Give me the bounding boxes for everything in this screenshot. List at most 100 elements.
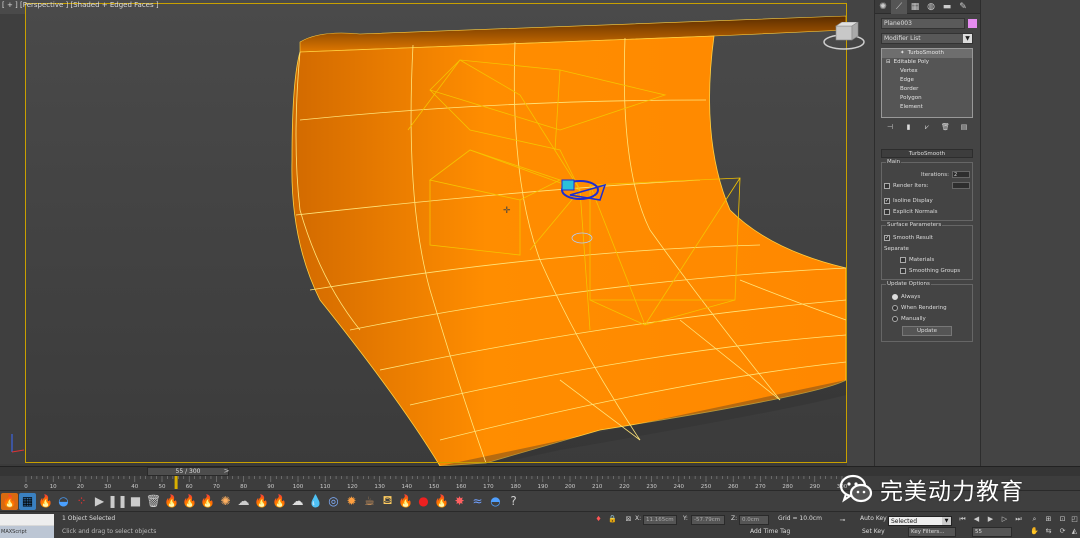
play-icon[interactable]: ▶ — [91, 493, 108, 510]
viewcube-icon[interactable] — [822, 22, 866, 52]
liquid-preset-icon[interactable]: 💧 — [307, 493, 324, 510]
expand-box-icon[interactable]: ⊟ — [886, 59, 891, 65]
key-mode-dropdown[interactable]: Selected ▼ — [888, 516, 952, 526]
object-name-field[interactable]: Plane003 — [881, 18, 965, 29]
turbosmooth-rollout-title[interactable]: TurboSmooth — [881, 149, 973, 158]
delete-cache-icon[interactable]: 🗑 — [145, 493, 162, 510]
maximize-viewport-icon[interactable]: ◰ — [1070, 515, 1079, 524]
walk-through-icon[interactable]: ⇆ — [1044, 527, 1053, 536]
perspective-viewport[interactable]: ✛ [ + ] [Perspective ] [Shaded + Edged F… — [0, 0, 874, 466]
pour-preset-icon[interactable]: ⛾ — [379, 493, 396, 510]
orbit-icon[interactable]: ⟳ — [1058, 527, 1067, 536]
modify-icon[interactable]: ⟋ — [891, 0, 907, 14]
grid-tool-icon[interactable]: ▦ — [19, 492, 36, 510]
red-sphere-icon[interactable]: ● — [415, 493, 432, 510]
stack-item[interactable]: Polygon — [882, 94, 972, 103]
time-slider-handle[interactable]: 55 / 300 — [147, 467, 229, 476]
object-color-swatch[interactable] — [968, 19, 977, 28]
flame-icon[interactable]: 🔥 — [37, 493, 54, 510]
hierarchy-icon[interactable]: ▦ — [907, 0, 923, 14]
auto-key-button[interactable]: Auto Key — [860, 514, 887, 524]
scene-render[interactable]: ✛ — [0, 0, 874, 466]
stack-item[interactable]: Edge — [882, 76, 972, 85]
add-time-tag-button[interactable]: Add Time Tag — [750, 527, 790, 537]
water-icon[interactable]: ≈ — [469, 493, 486, 510]
next-key-icon[interactable]: ▷ — [1000, 515, 1009, 524]
stack-item[interactable]: ✦ TurboSmooth — [882, 49, 972, 58]
modifier-list-dropdown[interactable]: Modifier List ▼ — [881, 33, 973, 44]
smoke-icon[interactable]: ☁ — [235, 493, 252, 510]
show-end-result-icon[interactable]: ▮ — [904, 122, 914, 132]
cup-preset-icon[interactable]: ☕ — [361, 493, 378, 510]
burning-object-icon[interactable]: 🔥 — [433, 493, 450, 510]
zoom-extents-icon[interactable]: ⊡ — [1058, 515, 1067, 524]
current-frame-field[interactable]: 55 — [972, 527, 1012, 537]
fire-effect-icon[interactable]: 🔥 — [1, 492, 18, 510]
prev-key-icon[interactable]: ◀ — [972, 515, 981, 524]
zoom-icon[interactable]: ⌕ — [1030, 515, 1039, 524]
burst-preset-icon[interactable]: ✹ — [343, 493, 360, 510]
explosion-icon[interactable]: ✺ — [217, 493, 234, 510]
stop-icon[interactable]: ■ — [127, 493, 144, 510]
zoom-all-icon[interactable]: ⊞ — [1044, 515, 1053, 524]
utilities-icon[interactable]: ✎ — [955, 0, 971, 14]
fire-preset-2-icon[interactable]: 🔥 — [181, 493, 198, 510]
pin-stack-icon[interactable]: ⊣ — [885, 122, 895, 132]
remove-modifier-icon[interactable]: 🗑 — [941, 122, 951, 132]
smooth-result-checkbox[interactable]: ✓ — [884, 234, 890, 241]
explicit-normals-checkbox[interactable] — [884, 208, 890, 215]
y-coordinate-field[interactable]: -57.79cm — [691, 515, 725, 525]
set-key-button[interactable]: Set Key — [862, 527, 885, 537]
key-filters-button[interactable]: Key Filters... — [908, 527, 956, 537]
fire-preset-5-icon[interactable]: 🔥 — [271, 493, 288, 510]
fire-preset-4-icon[interactable]: 🔥 — [253, 493, 270, 510]
z-coordinate-field[interactable]: 0.0cm — [739, 515, 769, 525]
play-animation-icon[interactable]: ▶ — [986, 515, 995, 524]
absolute-mode-icon[interactable]: ⊠ — [624, 515, 633, 524]
stack-item[interactable]: Border — [882, 85, 972, 94]
render-iters-checkbox[interactable] — [884, 182, 890, 189]
z-label: Z: — [731, 515, 738, 522]
pan-icon[interactable]: ✋ — [1030, 527, 1039, 536]
help-icon[interactable]: ? — [505, 493, 522, 510]
splash-icon[interactable]: ✸ — [451, 493, 468, 510]
current-frame-marker[interactable] — [174, 476, 178, 489]
isoline-display-checkbox[interactable]: ✓ — [884, 197, 890, 204]
stack-item[interactable]: Element — [882, 103, 972, 112]
always-radio[interactable] — [892, 293, 898, 300]
foam-preset-icon[interactable]: ◎ — [325, 493, 342, 510]
particles-icon[interactable]: ⁘ — [73, 493, 90, 510]
stack-item[interactable]: ⊟ Editable Poly — [882, 58, 972, 67]
materials-checkbox[interactable] — [900, 256, 906, 263]
light-bulb-icon[interactable]: ✦ — [900, 50, 905, 56]
create-icon[interactable]: ✺ — [875, 0, 891, 14]
smoothing-groups-checkbox[interactable] — [900, 267, 906, 274]
next-frame-icon[interactable]: > — [222, 467, 231, 476]
manually-radio[interactable] — [892, 315, 898, 322]
motion-icon[interactable]: ◍ — [923, 0, 939, 14]
go-to-end-icon[interactable]: ⏭ — [1014, 515, 1023, 524]
x-coordinate-field[interactable]: 11.165cm — [643, 515, 677, 525]
update-button[interactable]: Update — [902, 326, 952, 336]
display-icon[interactable]: ▬ — [939, 0, 955, 14]
stack-item[interactable]: Vertex — [882, 67, 972, 76]
ocean-icon[interactable]: ◓ — [487, 493, 504, 510]
flame-jet-icon[interactable]: 🔥 — [397, 493, 414, 510]
modifier-stack[interactable]: ✦ TurboSmooth ⊟ Editable Poly Vertex Edge Bord… — [881, 48, 973, 118]
isolate-icon[interactable]: ♦ — [594, 515, 603, 524]
lock-selection-icon[interactable]: 🔒 — [608, 515, 617, 524]
field-of-view-icon[interactable]: ◭ — [1070, 527, 1079, 536]
cloud-preset-icon[interactable]: ☁ — [289, 493, 306, 510]
key-icon[interactable]: ⊸ — [838, 516, 847, 525]
pause-icon[interactable]: ❚❚ — [107, 493, 127, 510]
fire-preset-3-icon[interactable]: 🔥 — [199, 493, 216, 510]
make-unique-icon[interactable]: ⩗ — [922, 122, 932, 132]
viewport-label[interactable]: [ + ] [Perspective ] [Shaded + Edged Fac… — [2, 1, 159, 9]
configure-sets-icon[interactable]: ▤ — [959, 122, 969, 132]
fire-preset-1-icon[interactable]: 🔥 — [163, 493, 180, 510]
render-iters-spinner[interactable] — [952, 182, 970, 189]
go-to-start-icon[interactable]: ⏮ — [958, 515, 967, 524]
when-rendering-radio[interactable] — [892, 304, 898, 311]
fluid-icon[interactable]: ◒ — [55, 493, 72, 510]
iterations-spinner[interactable]: 2 — [952, 171, 970, 178]
